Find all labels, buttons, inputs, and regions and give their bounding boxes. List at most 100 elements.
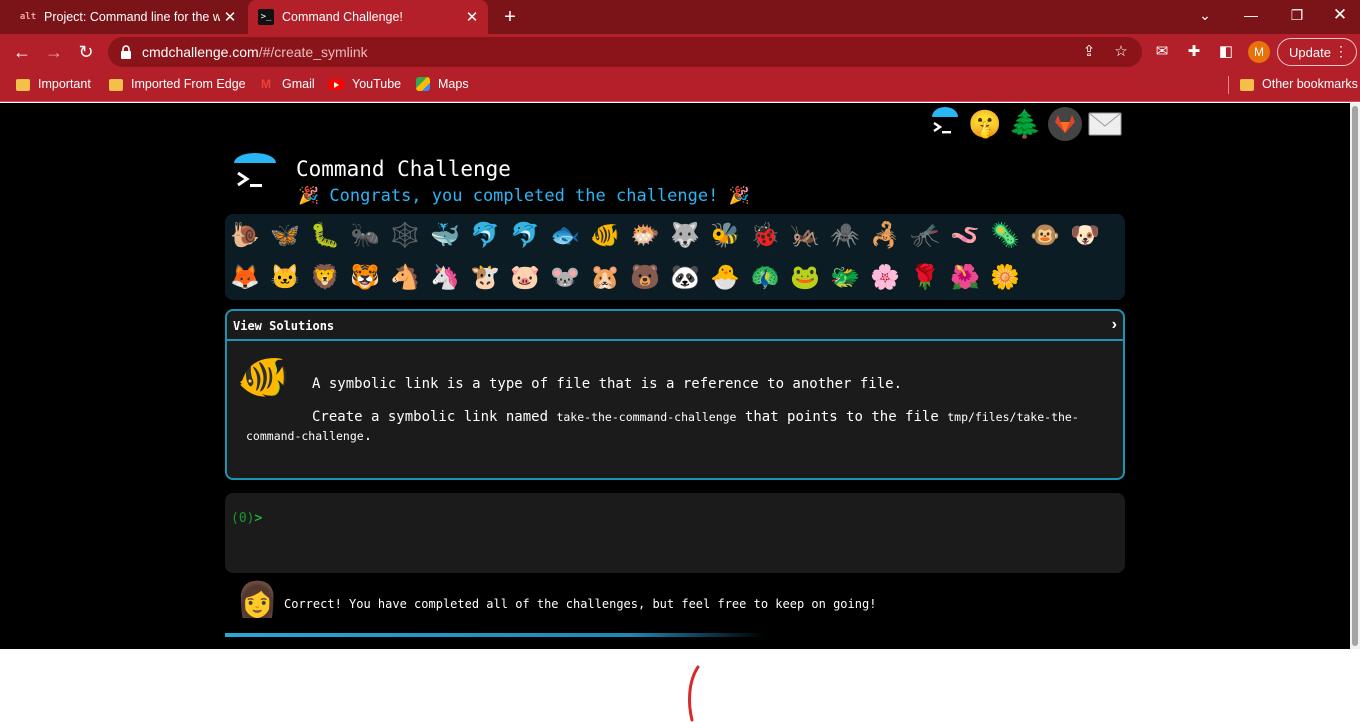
challenge-badge[interactable]: 🐝	[707, 217, 743, 253]
address-bar[interactable]: cmdchallenge.com/#/create_symlink ⇪ ☆	[108, 37, 1142, 67]
view-solutions-header[interactable]: View Solutions ›	[227, 311, 1123, 341]
challenge-badge[interactable]: 🐜	[347, 217, 383, 253]
congrats-banner: 🎉 Congrats, you completed the challenge!…	[298, 186, 750, 206]
update-button[interactable]: Update ⋮	[1277, 38, 1357, 66]
bookmark-important[interactable]: Important	[16, 70, 91, 98]
challenge-badge[interactable]: 🐱	[267, 259, 303, 295]
challenge-badge[interactable]: 🐭	[547, 259, 583, 295]
challenge-badge[interactable]: 🐺	[667, 217, 703, 253]
challenge-badge[interactable]: 🦗	[787, 217, 823, 253]
folder-icon	[109, 79, 123, 91]
tab-gitlab-project[interactable]: alt Project: Command line for the wi ✕	[8, 0, 246, 34]
challenge-badge[interactable]: 🐳	[427, 217, 463, 253]
instruction-mid: that points to the file	[744, 409, 939, 425]
share-icon[interactable]: ⇪	[1080, 43, 1098, 61]
extensions-puzzle-icon[interactable]: ✚	[1184, 42, 1204, 62]
url-text[interactable]: cmdchallenge.com/#/create_symlink	[142, 44, 368, 60]
challenge-badge[interactable]: 🦠	[987, 217, 1023, 253]
challenge-badge[interactable]: 🕷️	[827, 217, 863, 253]
mail-extension-icon[interactable]: ✉	[1152, 42, 1172, 62]
challenge-badge[interactable]: 🐵	[1027, 217, 1063, 253]
challenge-badge[interactable]: 🐛	[307, 217, 343, 253]
exit-code: (0)	[231, 511, 255, 526]
more-menu-icon[interactable]: ⋮	[1334, 43, 1348, 60]
minimize-button[interactable]: —	[1228, 0, 1274, 30]
bookmark-label: Other bookmarks	[1262, 77, 1358, 91]
url-host: cmdchallenge.com	[142, 44, 259, 60]
shushing-face-icon[interactable]: 🤫	[968, 107, 1002, 141]
tropical-fish-icon: 🐠	[237, 353, 290, 400]
challenge-badge[interactable]: 🐌	[227, 217, 263, 253]
gitlab-icon[interactable]	[1048, 107, 1082, 141]
window-close-button[interactable]: ✕	[1320, 0, 1360, 30]
challenge-badge[interactable]: 🌺	[947, 259, 983, 295]
back-button[interactable]: ←	[8, 38, 36, 66]
challenge-badge[interactable]: 🌸	[867, 259, 903, 295]
forward-button[interactable]: →	[40, 38, 68, 66]
bookmark-label: Imported From Edge	[131, 77, 246, 91]
evergreen-tree-icon[interactable]: 🌲	[1008, 107, 1042, 141]
challenge-badge[interactable]: 🌼	[987, 259, 1023, 295]
challenge-badge[interactable]: 🐮	[467, 259, 503, 295]
bookmark-star-icon[interactable]: ☆	[1112, 43, 1130, 61]
tab-strip: alt Project: Command line for the wi ✕ >…	[0, 0, 1360, 34]
challenge-badge[interactable]: 🦋	[267, 217, 303, 253]
bookmark-label: YouTube	[352, 77, 402, 91]
challenge-badge[interactable]: 🐡	[627, 217, 663, 253]
bookmark-maps[interactable]: Maps	[416, 70, 469, 98]
challenge-badge[interactable]: 🦁	[307, 259, 343, 295]
challenge-badge[interactable]: 🐯	[347, 259, 383, 295]
tab-search-button[interactable]: ⌄	[1182, 0, 1228, 30]
challenge-badge[interactable]: 🦄	[427, 259, 463, 295]
close-icon[interactable]: ✕	[220, 8, 240, 26]
challenge-badge[interactable]: 🐠	[587, 217, 623, 253]
challenge-badge[interactable]: 🦊	[227, 259, 263, 295]
progress-fill	[225, 633, 765, 637]
cmdchallenge-logo-icon	[234, 153, 276, 187]
challenge-badge[interactable]: 🐷	[507, 259, 543, 295]
challenge-badge[interactable]: 🦟	[907, 217, 943, 253]
profile-avatar[interactable]: M	[1248, 41, 1270, 63]
side-panel-icon[interactable]: ◧	[1216, 42, 1236, 62]
challenge-badge[interactable]: 🐼	[667, 259, 703, 295]
tab-command-challenge[interactable]: >_ Command Challenge! ✕	[248, 0, 488, 34]
challenge-badge[interactable]: 🌹	[907, 259, 943, 295]
cmdchallenge-logo-icon[interactable]	[928, 107, 962, 141]
reload-button[interactable]: ↻	[72, 38, 100, 66]
challenge-badge[interactable]: 🦚	[747, 259, 783, 295]
new-tab-button[interactable]: +	[498, 5, 522, 29]
bookmark-gmail[interactable]: M Gmail	[258, 70, 315, 98]
bookmark-other-bookmarks[interactable]: Other bookmarks	[1240, 70, 1358, 98]
envelope-icon[interactable]	[1088, 107, 1122, 141]
challenge-badge[interactable]: 🐟	[547, 217, 583, 253]
chevron-right-icon[interactable]: ›	[1112, 316, 1117, 334]
prompt-symbol: >	[254, 511, 263, 526]
bookmark-label: Maps	[438, 77, 469, 91]
challenge-badge[interactable]: 🐻	[627, 259, 663, 295]
challenge-badge[interactable]: 🕸️	[387, 217, 423, 253]
lock-icon[interactable]	[120, 45, 132, 59]
challenge-badge[interactable]: 🐬	[467, 217, 503, 253]
gitlab-project-icon: alt	[19, 12, 37, 22]
terminal-icon: >_	[258, 9, 274, 25]
restore-button[interactable]: ❐	[1274, 0, 1320, 30]
close-icon[interactable]: ✕	[462, 8, 482, 26]
challenge-badge[interactable]: 🐞	[747, 217, 783, 253]
bookmark-youtube[interactable]: YouTube	[328, 70, 401, 98]
challenge-badge[interactable]: 🦂	[867, 217, 903, 253]
challenge-badge[interactable]: 🪱	[947, 217, 983, 253]
challenge-badge[interactable]: 🐲	[827, 259, 863, 295]
folder-icon	[1240, 79, 1254, 91]
challenge-badge[interactable]: 🐶	[1067, 217, 1103, 253]
challenge-description: A symbolic link is a type of file that i…	[312, 376, 903, 392]
challenge-badge[interactable]: 🐣	[707, 259, 743, 295]
terminal-input[interactable]: (0)>	[225, 493, 1125, 573]
challenge-badge[interactable]: 🐬	[507, 217, 543, 253]
bookmark-imported-from-edge[interactable]: Imported From Edge	[109, 70, 246, 98]
challenge-badge[interactable]: 🐸	[787, 259, 823, 295]
challenge-badge[interactable]: 🐹	[587, 259, 623, 295]
challenge-badge[interactable]: 🐴	[387, 259, 423, 295]
red-annotation-mark	[688, 665, 700, 722]
scrollbar-thumb[interactable]	[1352, 106, 1358, 646]
bookmarks-bar: Important Imported From Edge M Gmail You…	[0, 70, 1360, 102]
